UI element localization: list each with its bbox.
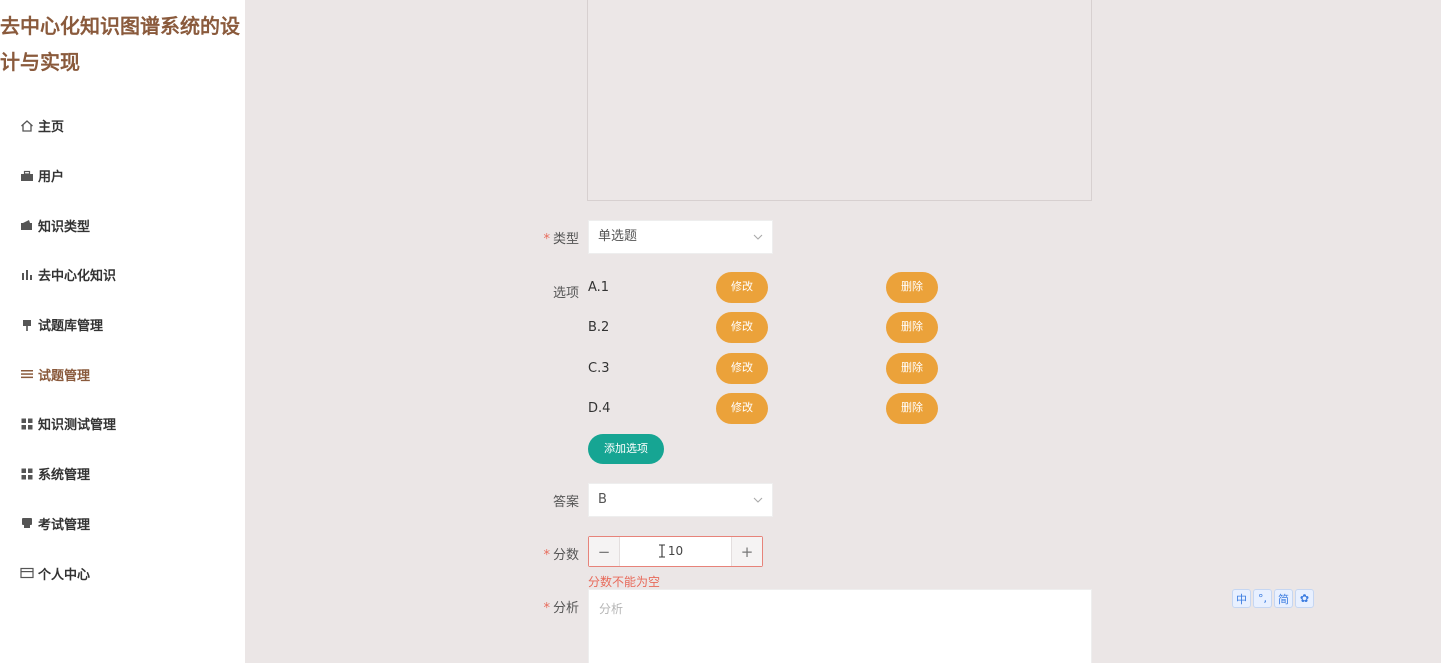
delete-option-c-button[interactable]: 删除 xyxy=(886,353,938,384)
score-stepper[interactable]: − 10 + xyxy=(588,536,763,567)
grid-icon xyxy=(20,467,34,481)
option-text-d: D.4 xyxy=(588,401,611,416)
sidebar-item-label: 知识类型 xyxy=(38,219,91,235)
option-text-c: C.3 xyxy=(588,361,610,376)
analysis-label: * 分析 xyxy=(543,601,579,616)
score-input[interactable]: 10 xyxy=(620,537,731,566)
increment-button[interactable]: + xyxy=(731,537,762,566)
app-title: 去中心化知识图谱系统的设计与实现 xyxy=(0,14,240,74)
sidebar-item-label: 个人中心 xyxy=(38,567,91,583)
sidebar-item-users[interactable]: 用户 xyxy=(20,151,230,201)
home-icon xyxy=(20,119,34,133)
edit-option-c-button[interactable]: 修改 xyxy=(716,353,768,384)
sidebar-item-question-bank[interactable]: 试题库管理 xyxy=(20,300,230,350)
delete-option-a-button[interactable]: 删除 xyxy=(886,272,938,303)
sidebar-item-system[interactable]: 系统管理 xyxy=(20,449,230,499)
add-option-button[interactable]: 添加选项 xyxy=(588,434,664,464)
sidebar-item-label: 用户 xyxy=(38,170,65,186)
wallet-icon xyxy=(20,218,34,232)
list-icon xyxy=(20,367,34,381)
type-select-value: 单选题 xyxy=(598,229,638,244)
sidebar-item-question-management[interactable]: 试题管理 xyxy=(20,349,230,399)
content-textarea[interactable] xyxy=(587,0,1092,201)
sidebar-item-home[interactable]: 主页 xyxy=(20,101,230,151)
edit-option-d-button[interactable]: 修改 xyxy=(716,393,768,424)
options-label: 选项 xyxy=(552,286,579,301)
bar-chart-icon xyxy=(20,268,34,282)
sidebar-item-label: 考试管理 xyxy=(38,517,91,533)
ime-toolbar: 中 °, 简 ✿ xyxy=(1232,589,1314,608)
grid-icon xyxy=(20,417,34,431)
edit-option-a-button[interactable]: 修改 xyxy=(716,272,768,303)
score-label: * 分数 xyxy=(543,548,579,563)
sidebar: 去中心化知识图谱系统的设计与实现 主页 用户 知识类型 去中心化知识 试题库管理… xyxy=(0,0,245,663)
sidebar-item-label: 系统管理 xyxy=(38,468,91,484)
decrement-button[interactable]: − xyxy=(589,537,620,566)
briefcase-icon xyxy=(20,169,34,183)
edit-option-b-button[interactable]: 修改 xyxy=(716,312,768,343)
nav-menu: 主页 用户 知识类型 去中心化知识 试题库管理 试题管理 知识测试管理 系统管理… xyxy=(20,101,230,598)
required-mark: * xyxy=(543,601,550,616)
ime-punctuation-key[interactable]: °, xyxy=(1253,589,1272,608)
chevron-down-icon xyxy=(753,497,763,503)
sidebar-item-decentralized-knowledge[interactable]: 去中心化知识 xyxy=(20,250,230,300)
sidebar-item-knowledge-test[interactable]: 知识测试管理 xyxy=(20,399,230,449)
sidebar-item-label: 知识测试管理 xyxy=(38,418,117,434)
required-mark: * xyxy=(543,232,550,247)
sidebar-item-label: 去中心化知识 xyxy=(38,269,117,285)
score-error-message: 分数不能为空 xyxy=(588,575,661,589)
answer-label: 答案 xyxy=(552,495,579,510)
type-label: * 类型 xyxy=(543,232,579,247)
chevron-down-icon xyxy=(753,234,763,240)
ime-skin-key[interactable]: ✿ xyxy=(1295,589,1314,608)
ime-simplified-key[interactable]: 简 xyxy=(1274,589,1293,608)
delete-option-b-button[interactable]: 删除 xyxy=(886,312,938,343)
answer-select-value: B xyxy=(598,492,607,507)
sidebar-item-label: 试题库管理 xyxy=(38,319,104,335)
printer-icon xyxy=(20,516,34,530)
type-select[interactable]: 单选题 xyxy=(588,220,773,254)
required-mark: * xyxy=(543,548,550,563)
delete-option-d-button[interactable]: 删除 xyxy=(886,393,938,424)
text-cursor-icon xyxy=(659,544,665,558)
analysis-textarea[interactable]: 分析 xyxy=(588,589,1092,663)
pin-icon xyxy=(20,318,34,332)
sidebar-item-exam[interactable]: 考试管理 xyxy=(20,499,230,549)
sidebar-item-knowledge-type[interactable]: 知识类型 xyxy=(20,200,230,250)
sidebar-item-label: 试题管理 xyxy=(38,368,91,384)
sidebar-item-personal-center[interactable]: 个人中心 xyxy=(20,548,230,598)
answer-select[interactable]: B xyxy=(588,483,773,517)
sidebar-item-label: 主页 xyxy=(38,120,65,136)
option-text-a: A.1 xyxy=(588,280,610,295)
card-icon xyxy=(20,566,34,580)
ime-chinese-key[interactable]: 中 xyxy=(1232,589,1251,608)
option-text-b: B.2 xyxy=(588,320,610,335)
